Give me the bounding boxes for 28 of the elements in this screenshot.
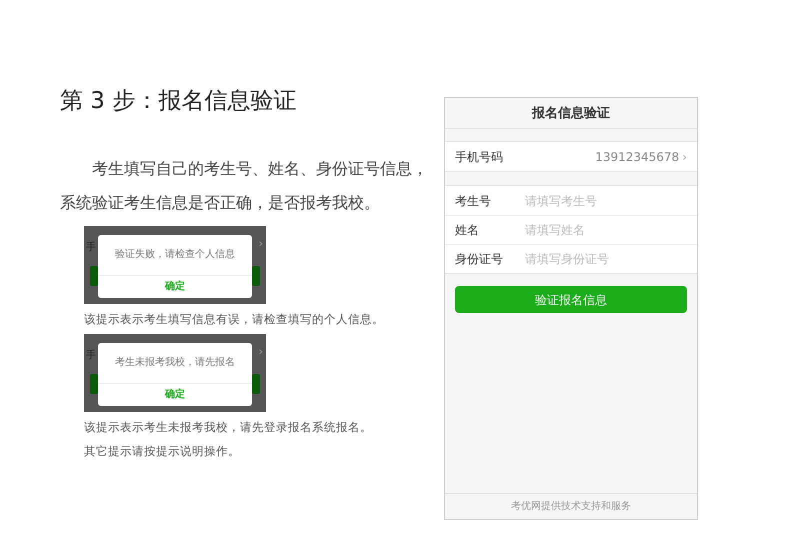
chevron-icon: › (258, 236, 263, 252)
confirm-button[interactable]: 确定 (98, 384, 252, 406)
chevron-icon: › (258, 344, 263, 360)
step-title: 第 3 步：报名信息验证 (60, 88, 298, 116)
footer-text: 考优网提供技术支持和服务 (445, 493, 697, 519)
intro-paragraph: 考生填写自己的考生号、姓名、身份证号信息，系统验证考生信息是否正确，是否报考我校。 (60, 158, 429, 214)
input-field[interactable]: 请填写考生号 (525, 192, 675, 210)
input-field[interactable]: 请填写身份证号 (525, 250, 675, 268)
field-label: 身份证号 (455, 251, 504, 268)
caption: 该提示表示考生未报考我校，请先登录报名系统报名。 (84, 418, 373, 436)
caption: 该提示表示考生填写信息有误，请检查填写的个人信息。 (84, 310, 385, 328)
chevron-icon: › (682, 148, 687, 166)
button-edge (252, 374, 260, 394)
dialog-message: 验证失败，请检查个人信息 (98, 234, 252, 276)
confirm-button[interactable]: 确定 (98, 276, 252, 298)
input-field[interactable]: 请填写姓名 (525, 221, 675, 239)
button-edge (252, 266, 260, 286)
verify-button[interactable]: 验证报名信息 (455, 286, 687, 313)
screen-title: 报名信息验证 (445, 98, 697, 129)
note-text: 其它提示请按提示说明操作。 (84, 442, 241, 460)
dialog-message: 考生未报考我校，请先报名 (98, 342, 252, 384)
field-label: 考生号 (455, 192, 492, 210)
phone-row[interactable]: 手机号码 13912345678 › (445, 142, 697, 171)
button-edge (90, 266, 98, 286)
field-label: 手机号码 (455, 148, 504, 166)
button-edge (90, 374, 98, 394)
field-label: 姓名 (455, 222, 480, 239)
phone-number: 13912345678 (595, 148, 680, 166)
